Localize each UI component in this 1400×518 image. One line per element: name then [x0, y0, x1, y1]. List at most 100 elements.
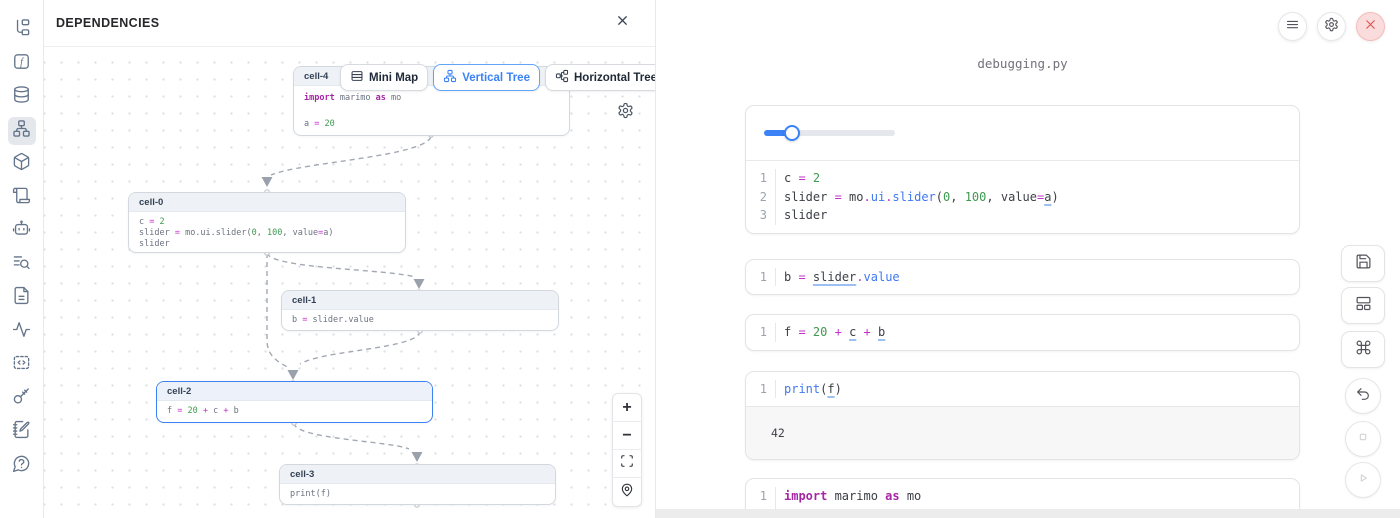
tracing-icon	[12, 320, 31, 344]
stop-button[interactable]	[1345, 421, 1381, 457]
gear-icon	[1324, 17, 1339, 37]
sidebar-item-chat[interactable]	[8, 217, 36, 245]
notebook-action-rail	[1341, 245, 1385, 498]
cell-b: 1b = slider.value	[745, 259, 1300, 296]
dependencies-panel: DEPENDENCIES	[44, 0, 656, 518]
shutdown-button[interactable]	[1356, 12, 1385, 41]
graph-node-cell-3[interactable]: cell-3 print(f)	[279, 464, 556, 505]
layout-icon	[1355, 295, 1372, 317]
keyboard-shortcuts-button[interactable]	[1341, 331, 1385, 368]
mini-map-icon	[350, 69, 364, 86]
line-number: 1	[746, 487, 776, 506]
code-token: b	[292, 315, 302, 325]
graph-settings-button[interactable]	[617, 102, 635, 120]
vertical-tree-button[interactable]: Vertical Tree	[433, 64, 540, 91]
code-token: =	[798, 270, 805, 284]
code-token: import	[304, 93, 335, 103]
graph-node-cell-2[interactable]: cell-2 f = 20 + c + b	[156, 381, 433, 423]
code-token: a	[304, 119, 314, 129]
code-text: slider	[776, 206, 827, 225]
sidebar-item-functions[interactable]: f	[8, 50, 36, 78]
notebook-menu-button[interactable]	[1278, 12, 1307, 41]
horizontal-tree-icon	[555, 69, 569, 86]
sidebar-item-variables[interactable]	[8, 251, 36, 279]
close-panel-button[interactable]	[611, 12, 633, 34]
view-mode-label: Mini Map	[369, 72, 418, 84]
center-pin-icon	[620, 483, 634, 502]
code-token: =	[798, 325, 805, 339]
code-token: )	[1051, 190, 1058, 204]
fit-view-button[interactable]	[613, 450, 641, 478]
graph-node-cell-1[interactable]: cell-1 b = slider.value	[281, 290, 559, 331]
layout-button[interactable]	[1341, 287, 1385, 324]
code-editor[interactable]: 1b = slider.value	[746, 260, 1299, 295]
graph-node-code: import marimo as moa = 20	[294, 86, 569, 135]
code-token: slider.value	[307, 315, 374, 325]
functions-icon: f	[12, 52, 31, 76]
save-icon	[1355, 253, 1372, 275]
slider-handle[interactable]	[784, 125, 800, 141]
code-line: 3slider	[746, 206, 1299, 225]
view-mode-label: Vertical Tree	[462, 72, 530, 84]
panel-title: DEPENDENCIES	[56, 16, 159, 30]
mini-map-button[interactable]: Mini Map	[340, 64, 428, 91]
code-editor[interactable]: 1f = 20 + c + b	[746, 315, 1299, 350]
code-token: slider	[892, 190, 935, 204]
cell-slider: 1c = 22slider = mo.ui.slider(0, 100, val…	[745, 105, 1300, 234]
notebook-settings-button[interactable]	[1317, 12, 1346, 41]
code-editor[interactable]: 1c = 22slider = mo.ui.slider(0, 100, val…	[746, 161, 1299, 233]
packages-icon	[12, 152, 31, 176]
node-code-line: print(f)	[290, 489, 545, 500]
save-button[interactable]	[1341, 245, 1385, 282]
slider-widget[interactable]	[764, 130, 895, 136]
zoom-out-button[interactable]: −	[613, 422, 641, 450]
code-token: (	[936, 190, 943, 204]
zoom-in-button[interactable]: +	[613, 394, 641, 422]
gear-icon	[617, 106, 634, 123]
code-token: mo	[842, 190, 864, 204]
node-code-line: c = 2	[139, 217, 395, 228]
code-text: f = 20 + c + b	[776, 323, 885, 342]
sidebar-item-scratchpad[interactable]	[8, 418, 36, 446]
dependency-graph-canvas[interactable]: cell-4 import marimo as moa = 20 cell-0 …	[44, 48, 655, 518]
code-token: b	[784, 270, 798, 284]
sidebar-item-snippets[interactable]	[8, 351, 36, 379]
node-code-line	[304, 105, 559, 118]
sidebar-item-logs[interactable]	[8, 184, 36, 212]
code-token: ,	[257, 228, 267, 238]
stop-icon	[1355, 429, 1371, 450]
graph-node-cell-0[interactable]: cell-0 c = 2slider = mo.ui.slider(0, 100…	[128, 192, 406, 253]
sidebar-item-documentation[interactable]	[8, 284, 36, 312]
code-token	[827, 325, 834, 339]
sidebar-item-packages[interactable]	[8, 150, 36, 178]
code-text: import marimo as mo	[776, 487, 921, 506]
code-token: as	[376, 93, 386, 103]
code-token: a)	[323, 228, 333, 238]
marimo-app: f DEPENDENCIES	[0, 0, 1400, 518]
sidebar-item-dependency-graph[interactable]	[8, 117, 36, 145]
graph-zoom-controls: + −	[612, 393, 642, 507]
undo-button[interactable]	[1345, 378, 1381, 414]
center-selection-button[interactable]	[613, 478, 641, 506]
horizontal-tree-button[interactable]: Horizontal Tree	[545, 64, 655, 91]
code-token	[806, 325, 813, 339]
sidebar-item-tracing[interactable]	[8, 318, 36, 346]
run-button[interactable]	[1345, 462, 1381, 498]
sidebar-item-help[interactable]	[8, 452, 36, 480]
sidebar-item-file-tree[interactable]	[8, 16, 36, 44]
sidebar-item-datasources[interactable]	[8, 83, 36, 111]
graph-node-title: cell-0	[129, 193, 405, 212]
command-icon	[1355, 339, 1372, 361]
slider-output-area	[746, 106, 1299, 161]
graph-node-code: print(f)	[280, 484, 555, 504]
node-code-line: a = 20	[304, 118, 559, 131]
shutdown-icon	[1363, 17, 1378, 37]
code-token	[806, 270, 813, 284]
sidebar-item-secrets[interactable]	[8, 385, 36, 413]
edge-cell2-cell3	[294, 423, 409, 449]
code-token: 20	[325, 119, 335, 129]
edge-cell1-cell2	[300, 331, 420, 364]
cell-f: 1f = 20 + c + b	[745, 314, 1300, 351]
code-token: .	[864, 190, 871, 204]
code-editor[interactable]: 1print(f)	[746, 372, 1299, 407]
